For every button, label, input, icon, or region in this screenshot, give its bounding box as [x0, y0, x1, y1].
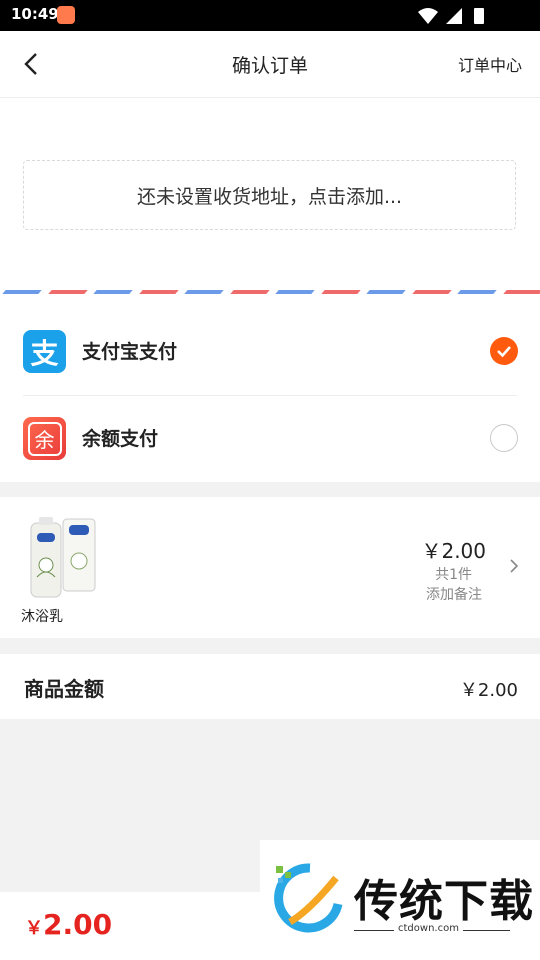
- page-header: 确认订单 订单中心: [0, 31, 540, 98]
- radio-unchecked-icon[interactable]: [490, 424, 518, 452]
- envelope-stripe: [47, 290, 88, 294]
- envelope-stripe: [502, 290, 540, 294]
- add-address-text: 还未设置收货地址，点击添加...: [136, 185, 403, 208]
- product-name: 沐浴乳: [21, 609, 63, 625]
- total-price: ￥2.00: [25, 908, 112, 941]
- currency-symbol: ￥: [25, 918, 43, 939]
- watermark-brand: 传统下载: [354, 876, 534, 927]
- battery-icon: [474, 8, 484, 24]
- envelope-border: [0, 287, 540, 295]
- total-amount: 2.00: [43, 908, 113, 941]
- product-image: [30, 517, 96, 598]
- envelope-stripe: [229, 290, 270, 294]
- goods-amount-label: 商品金额: [24, 677, 104, 701]
- add-address-button[interactable]: 还未设置收货地址，点击添加...: [23, 160, 516, 230]
- product-row[interactable]: 沐浴乳 ￥2.00 共1件 添加备注: [0, 497, 540, 638]
- status-time: 10:49: [11, 5, 59, 23]
- envelope-stripe: [184, 290, 224, 294]
- address-section: 还未设置收货地址，点击添加...: [0, 98, 540, 309]
- product-count: 共1件: [435, 567, 472, 583]
- payment-option-alipay[interactable]: 支 支付宝支付: [0, 309, 540, 395]
- payment-label-alipay: 支付宝支付: [82, 341, 178, 363]
- signal-icon: [446, 8, 462, 24]
- order-center-link[interactable]: 订单中心: [458, 52, 522, 76]
- goods-amount-value: ￥2.00: [459, 680, 518, 701]
- payment-label-balance: 余额支付: [82, 428, 159, 450]
- balance-icon-char: 余: [27, 421, 62, 456]
- envelope-stripe: [411, 290, 452, 294]
- status-bar: 10:49: [0, 0, 540, 31]
- system-status-icons: [416, 6, 506, 30]
- envelope-stripe: [138, 290, 179, 294]
- radio-checked-icon[interactable]: [490, 337, 518, 365]
- watermark-logo-icon: [274, 863, 343, 933]
- chevron-right-icon: [510, 559, 519, 573]
- envelope-stripe: [457, 290, 497, 294]
- product-price: ￥2.00: [421, 539, 486, 563]
- goods-amount-row: 商品金额 ￥2.00: [0, 654, 540, 719]
- balance-icon: 余: [23, 417, 66, 460]
- envelope-stripe: [320, 290, 361, 294]
- watermark: 传统下载 ctdown.com: [260, 840, 540, 960]
- notification-icon: [57, 6, 75, 24]
- envelope-stripe: [93, 290, 133, 294]
- watermark-url: ctdown.com: [394, 923, 463, 934]
- add-note-link[interactable]: 添加备注: [426, 584, 482, 604]
- payment-option-balance[interactable]: 余 余额支付: [0, 396, 540, 482]
- payment-methods: 支 支付宝支付 余 余额支付: [0, 309, 540, 482]
- envelope-stripe: [2, 290, 42, 294]
- envelope-stripe: [275, 290, 315, 294]
- alipay-icon: 支: [23, 330, 66, 373]
- wifi-icon: [418, 8, 438, 24]
- envelope-stripe: [366, 290, 406, 294]
